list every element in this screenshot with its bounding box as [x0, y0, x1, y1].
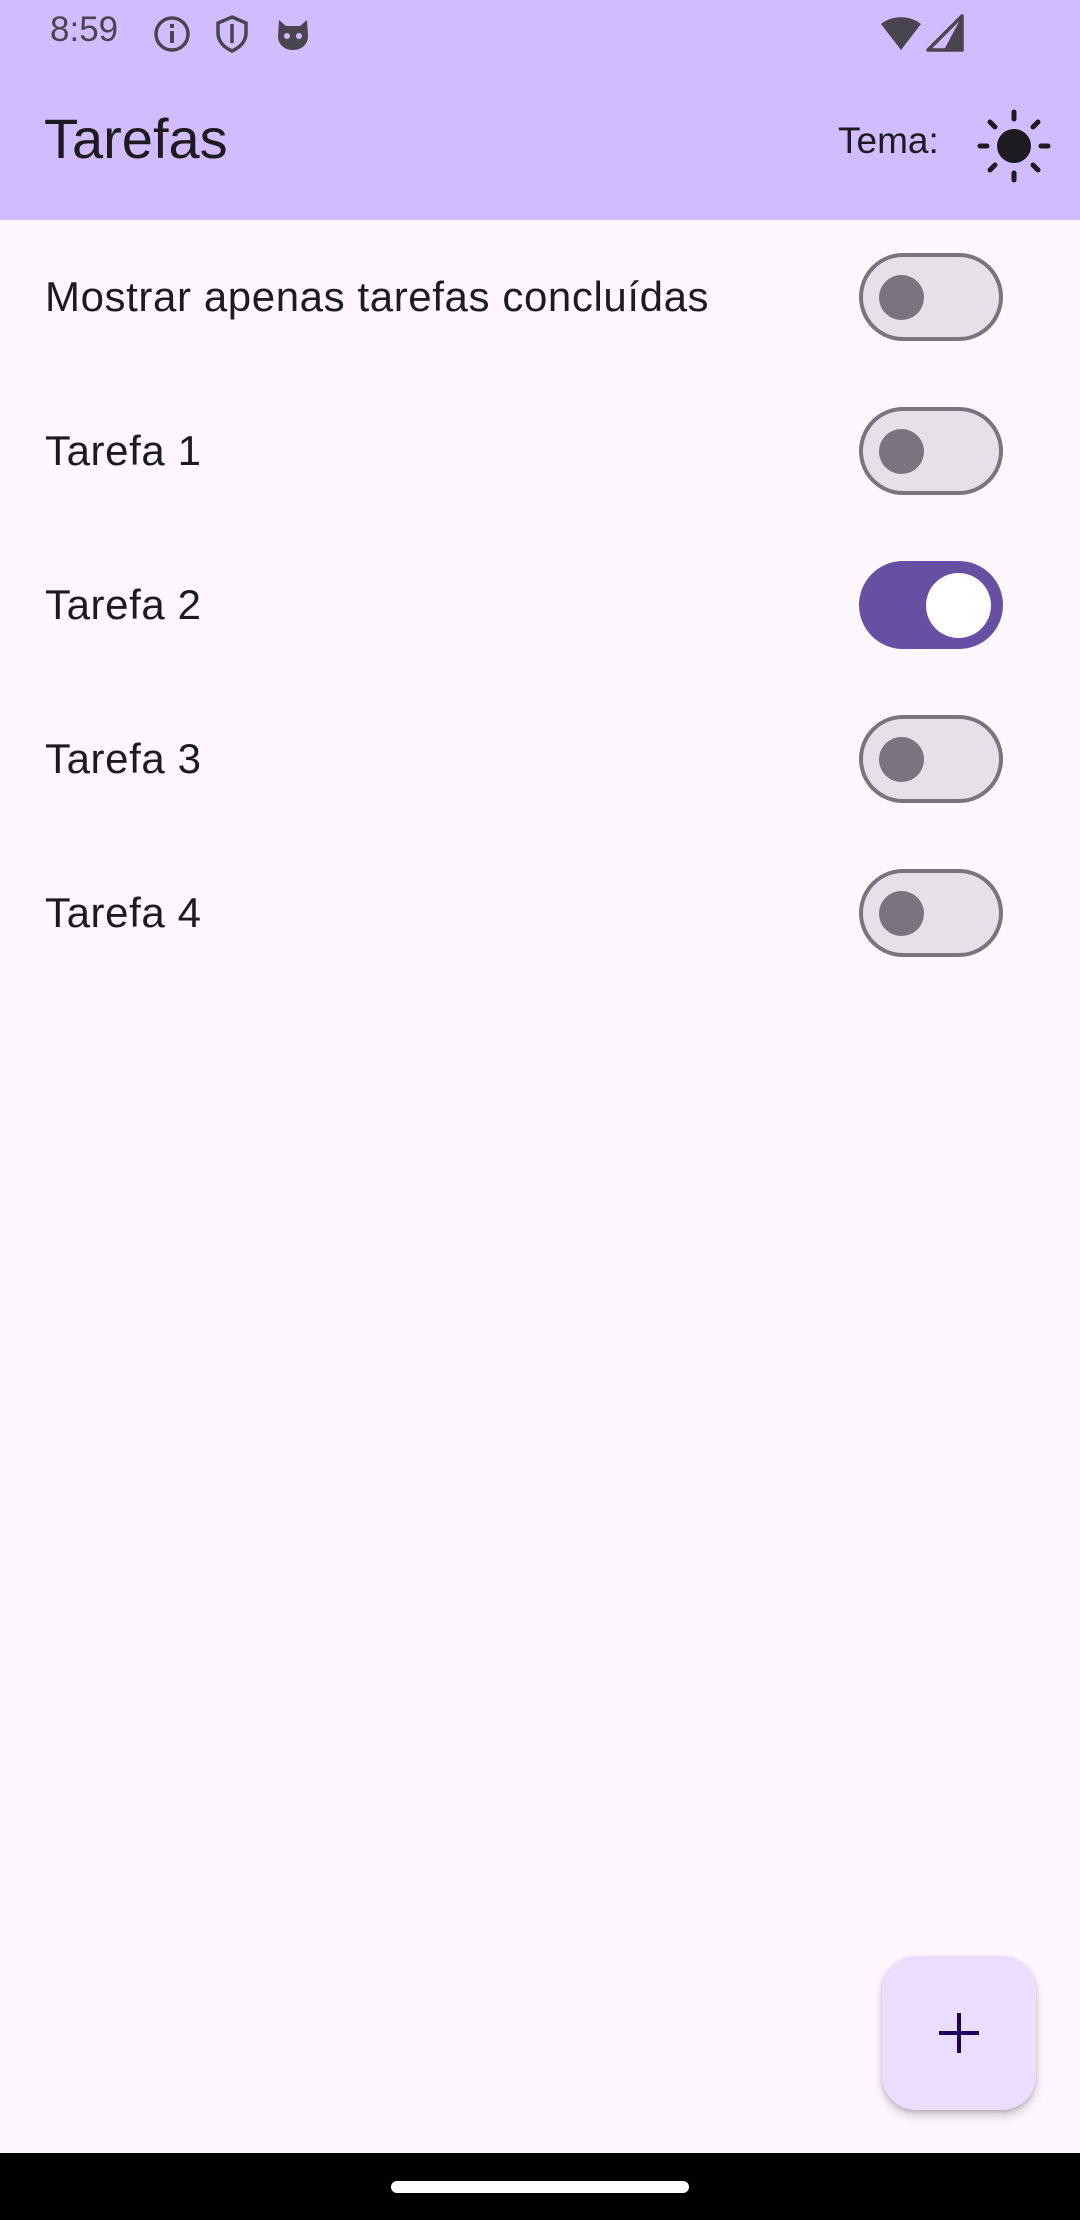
- task-label: Tarefa 1: [45, 427, 202, 474]
- system-navigation-bar: [0, 2153, 1080, 2220]
- add-task-button[interactable]: [882, 1956, 1036, 2110]
- task-label: Tarefa 3: [45, 735, 202, 782]
- sun-icon: [976, 109, 1052, 188]
- cat-face-icon: [273, 14, 313, 54]
- switch-thumb: [879, 275, 924, 320]
- task-row[interactable]: Tarefa 3: [0, 682, 1080, 836]
- task-list: Mostrar apenas tarefas concluídas Tarefa…: [0, 220, 1080, 990]
- theme-label: Tema:: [838, 120, 939, 161]
- home-gesture-handle[interactable]: [391, 2181, 689, 2193]
- theme-toggle-button[interactable]: [976, 108, 1052, 184]
- task-switch[interactable]: [859, 869, 1003, 957]
- shield-icon: [212, 14, 252, 54]
- task-label: Tarefa 2: [45, 581, 202, 628]
- switch-thumb: [926, 573, 991, 638]
- filter-label: Mostrar apenas tarefas concluídas: [45, 273, 710, 320]
- filter-switch[interactable]: [859, 253, 1003, 341]
- status-time: 8:59: [50, 10, 119, 49]
- task-row[interactable]: Tarefa 4: [0, 836, 1080, 990]
- switch-thumb: [879, 737, 924, 782]
- task-switch[interactable]: [859, 715, 1003, 803]
- filter-row[interactable]: Mostrar apenas tarefas concluídas: [0, 220, 1080, 374]
- task-row[interactable]: Tarefa 2: [0, 528, 1080, 682]
- switch-thumb: [879, 429, 924, 474]
- task-label: Tarefa 4: [45, 889, 202, 936]
- task-switch[interactable]: [859, 561, 1003, 649]
- task-switch[interactable]: [859, 407, 1003, 495]
- info-icon: [152, 14, 192, 54]
- app-bar: Tarefas Tema:: [0, 66, 1080, 220]
- task-row[interactable]: Tarefa 1: [0, 374, 1080, 528]
- status-bar: 8:59: [0, 0, 1080, 66]
- cellular-signal-icon: [926, 14, 966, 54]
- page-title: Tarefas: [44, 107, 228, 170]
- switch-thumb: [879, 891, 924, 936]
- wifi-icon: [880, 14, 921, 54]
- plus-icon: [939, 2013, 979, 2053]
